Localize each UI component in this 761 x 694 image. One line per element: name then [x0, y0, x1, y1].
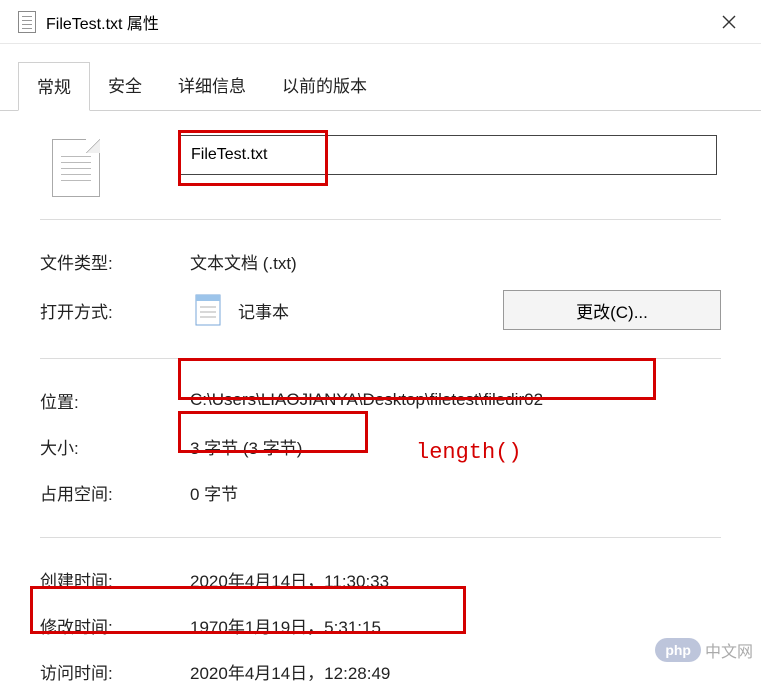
openwith-value: 记事本: [238, 298, 289, 323]
filetype-label: 文件类型:: [40, 249, 190, 274]
document-large-icon: [52, 139, 100, 197]
tab-security[interactable]: 安全: [90, 62, 160, 110]
accessed-label: 访问时间:: [40, 659, 190, 684]
divider: [40, 358, 721, 359]
filetype-value: 文本文档 (.txt): [190, 249, 721, 274]
tab-general[interactable]: 常规: [18, 62, 90, 111]
openwith-row: 打开方式: 记事本 更改(C)...: [40, 284, 721, 336]
change-button[interactable]: 更改(C)...: [503, 290, 721, 330]
location-row: 位置: C:\Users\LIAOJIANYA\Desktop\filetest…: [40, 377, 721, 423]
location-label: 位置:: [40, 388, 190, 413]
tabs: 常规 安全 详细信息 以前的版本: [0, 44, 761, 111]
divider: [40, 219, 721, 220]
watermark-php: php: [655, 638, 701, 662]
close-icon: [722, 15, 736, 29]
titlebar: FileTest.txt 属性: [0, 0, 761, 44]
location-value: C:\Users\LIAOJIANYA\Desktop\filetest\fil…: [190, 390, 721, 410]
size-label: 大小:: [40, 434, 190, 459]
openwith-label: 打开方式:: [40, 298, 190, 323]
accessed-row: 访问时间: 2020年4月14日，12:28:49: [40, 648, 721, 694]
created-row: 创建时间: 2020年4月14日，11:30:33: [40, 556, 721, 602]
watermark-badge: php 中文网: [655, 638, 753, 662]
tab-previous-versions[interactable]: 以前的版本: [264, 62, 385, 110]
document-icon: [18, 11, 36, 33]
content: FileTest.txt 文件类型: 文本文档 (.txt) 打开方式: 记事本…: [0, 111, 761, 694]
window-title: FileTest.txt 属性: [46, 10, 703, 34]
disk-label: 占用空间:: [40, 480, 190, 505]
tab-details[interactable]: 详细信息: [160, 62, 264, 110]
disk-row: 占用空间: 0 字节: [40, 469, 721, 515]
created-value: 2020年4月14日，11:30:33: [190, 567, 721, 592]
filename-input[interactable]: FileTest.txt: [178, 135, 717, 175]
close-button[interactable]: [703, 0, 755, 43]
filetype-row: 文件类型: 文本文档 (.txt): [40, 238, 721, 284]
notepad-icon: [190, 291, 224, 329]
disk-value: 0 字节: [190, 480, 721, 505]
annotation-length: length(): [416, 440, 522, 465]
created-label: 创建时间:: [40, 567, 190, 592]
modified-label: 修改时间:: [40, 613, 190, 638]
divider: [40, 537, 721, 538]
size-row: 大小: 3 字节 (3 字节): [40, 423, 721, 469]
modified-value: 1970年1月19日，5:31:15: [190, 613, 721, 638]
modified-row: 修改时间: 1970年1月19日，5:31:15: [40, 602, 721, 648]
accessed-value: 2020年4月14日，12:28:49: [190, 659, 721, 684]
watermark-cn: 中文网: [705, 638, 753, 662]
filename-row: FileTest.txt: [40, 135, 721, 197]
